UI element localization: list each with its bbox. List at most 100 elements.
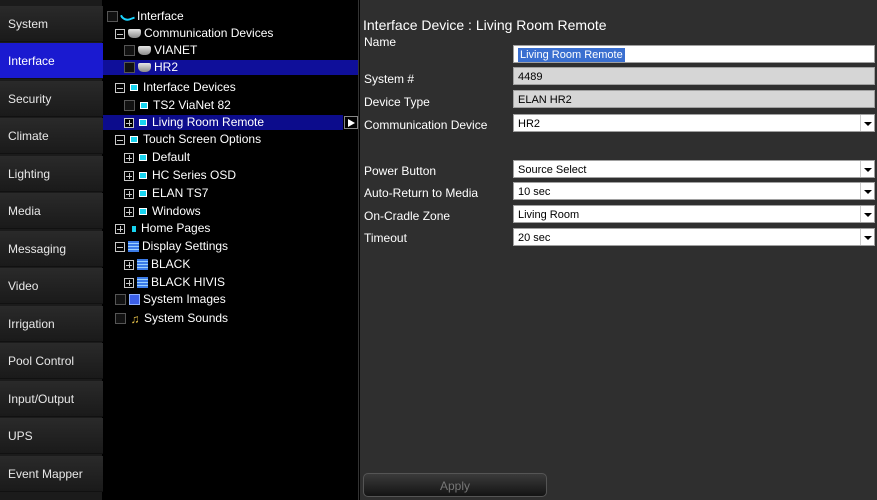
nav-item-ups[interactable]: UPS — [0, 418, 103, 454]
tree-checkbox[interactable] — [124, 45, 135, 57]
nav-item-climate[interactable]: Climate — [0, 118, 103, 154]
chevron-down-icon[interactable] — [860, 183, 874, 199]
nav-item-event-mapper[interactable]: Event Mapper — [0, 456, 103, 492]
nav-item-input-output[interactable]: Input/Output — [0, 381, 103, 417]
tree-node-label: Interface Devices — [143, 80, 236, 94]
tree-node-hc-series-osd[interactable]: HC Series OSD — [124, 168, 236, 183]
collapse-icon[interactable] — [115, 82, 125, 93]
apply-button[interactable]: Apply — [363, 473, 547, 497]
expand-icon[interactable] — [124, 259, 134, 270]
auto-return-select[interactable]: 10 sec — [513, 182, 875, 200]
timeout-value: 20 sec — [518, 232, 551, 244]
interface-icon — [120, 10, 135, 23]
device-icon — [130, 84, 138, 92]
expand-icon[interactable] — [124, 206, 134, 217]
nav-item-interface[interactable]: Interface — [0, 43, 103, 79]
expand-icon[interactable] — [124, 188, 134, 199]
tree-node-label: Display Settings — [142, 239, 229, 253]
tree-node-communication-devices[interactable]: Communication Devices — [115, 26, 273, 41]
tree-node-interface[interactable]: Interface — [107, 9, 184, 24]
tree-node-home-pages[interactable]: Home Pages — [115, 221, 210, 236]
expand-icon[interactable] — [124, 117, 134, 128]
main-nav: System Interface Security Climate Lighti… — [0, 0, 103, 500]
timeout-label: Timeout — [364, 231, 407, 245]
tree-node-system-sounds[interactable]: ♫ System Sounds — [115, 311, 228, 326]
power-button-select[interactable]: Source Select — [513, 160, 875, 178]
tree-checkbox[interactable] — [115, 313, 126, 325]
display-icon — [137, 259, 148, 271]
collapse-icon[interactable] — [115, 28, 125, 39]
device-icon — [139, 119, 147, 127]
tree-node-vianet[interactable]: VIANET — [124, 43, 197, 58]
tree-node-default[interactable]: Default — [124, 150, 190, 165]
expand-icon[interactable] — [124, 277, 134, 288]
name-label: Name — [364, 35, 397, 49]
tree-node-label: Touch Screen Options — [143, 132, 262, 146]
nav-item-security[interactable]: Security — [0, 81, 103, 117]
context-arrow-icon[interactable] — [344, 116, 358, 129]
expand-icon[interactable] — [124, 152, 134, 163]
collapse-icon[interactable] — [115, 241, 125, 252]
images-icon — [129, 294, 140, 306]
tree-checkbox[interactable] — [124, 100, 135, 112]
auto-return-label: Auto-Return to Media — [364, 186, 479, 200]
tree-node-label: Communication Devices — [144, 26, 274, 40]
tree-checkbox[interactable] — [124, 62, 135, 74]
tree-node-hr2[interactable]: HR2 — [103, 60, 358, 75]
communication-device-label: Communication Device — [364, 118, 488, 132]
on-cradle-zone-select[interactable]: Living Room — [513, 205, 875, 223]
tree-node-living-room-remote[interactable]: Living Room Remote — [103, 115, 343, 130]
nav-item-media[interactable]: Media — [0, 193, 103, 229]
nav-item-irrigation[interactable]: Irrigation — [0, 306, 103, 342]
page-icon — [132, 225, 136, 232]
communication-device-value: HR2 — [518, 118, 541, 130]
tree-node-black[interactable]: BLACK — [124, 257, 190, 272]
tree-node-interface-devices[interactable]: Interface Devices — [115, 80, 236, 95]
tree-node-label: VIANET — [154, 43, 198, 57]
tree-node-label: Interface — [137, 9, 184, 23]
tree-node-black-hivis[interactable]: BLACK HIVIS — [124, 275, 225, 290]
collapse-icon[interactable] — [115, 134, 125, 145]
power-button-value: Source Select — [518, 164, 587, 176]
chevron-down-icon[interactable] — [860, 115, 874, 131]
device-icon — [139, 154, 147, 162]
tree-node-system-images[interactable]: System Images — [115, 292, 226, 307]
tree-node-touch-screen-options[interactable]: Touch Screen Options — [115, 132, 261, 147]
tree-node-label: Windows — [152, 204, 201, 218]
tree-checkbox[interactable] — [115, 294, 126, 306]
tree-node-windows[interactable]: Windows — [124, 204, 201, 219]
device-icon — [139, 172, 147, 180]
display-icon — [128, 241, 139, 253]
tree-checkbox[interactable] — [107, 11, 118, 23]
tree-node-label: Default — [152, 150, 191, 164]
nav-item-messaging[interactable]: Messaging — [0, 231, 103, 267]
device-icon — [140, 102, 148, 110]
nav-item-system[interactable]: System — [0, 6, 103, 42]
sound-icon: ♫ — [130, 311, 140, 326]
page-title: Interface Device : Living Room Remote — [363, 17, 607, 33]
nav-item-lighting[interactable]: Lighting — [0, 156, 103, 192]
name-input[interactable]: Living Room Remote — [513, 45, 875, 63]
tree-node-display-settings[interactable]: Display Settings — [115, 239, 228, 254]
tree-node-label: System Images — [143, 292, 226, 306]
nav-item-video[interactable]: Video — [0, 268, 103, 304]
device-icon — [139, 208, 147, 216]
device-tree: Interface Communication Devices VIANET H… — [103, 0, 359, 500]
system-number-label: System # — [364, 72, 415, 86]
nav-item-pool-control[interactable]: Pool Control — [0, 343, 103, 379]
chevron-down-icon[interactable] — [860, 229, 874, 245]
system-number-field: 4489 — [513, 67, 875, 85]
tree-node-label: TS2 ViaNet 82 — [153, 98, 231, 112]
tree-node-label: Living Room Remote — [152, 115, 265, 129]
expand-icon[interactable] — [124, 170, 134, 181]
device-icon — [130, 136, 138, 144]
chevron-down-icon[interactable] — [860, 206, 874, 222]
chevron-down-icon[interactable] — [860, 161, 874, 177]
tree-node-ts2-vianet-82[interactable]: TS2 ViaNet 82 — [124, 98, 231, 113]
expand-icon[interactable] — [115, 223, 125, 234]
tree-node-label: System Sounds — [144, 311, 229, 325]
device-type-label: Device Type — [364, 95, 430, 109]
tree-node-elan-ts7[interactable]: ELAN TS7 — [124, 186, 208, 201]
communication-device-select[interactable]: HR2 — [513, 114, 875, 132]
timeout-select[interactable]: 20 sec — [513, 228, 875, 246]
